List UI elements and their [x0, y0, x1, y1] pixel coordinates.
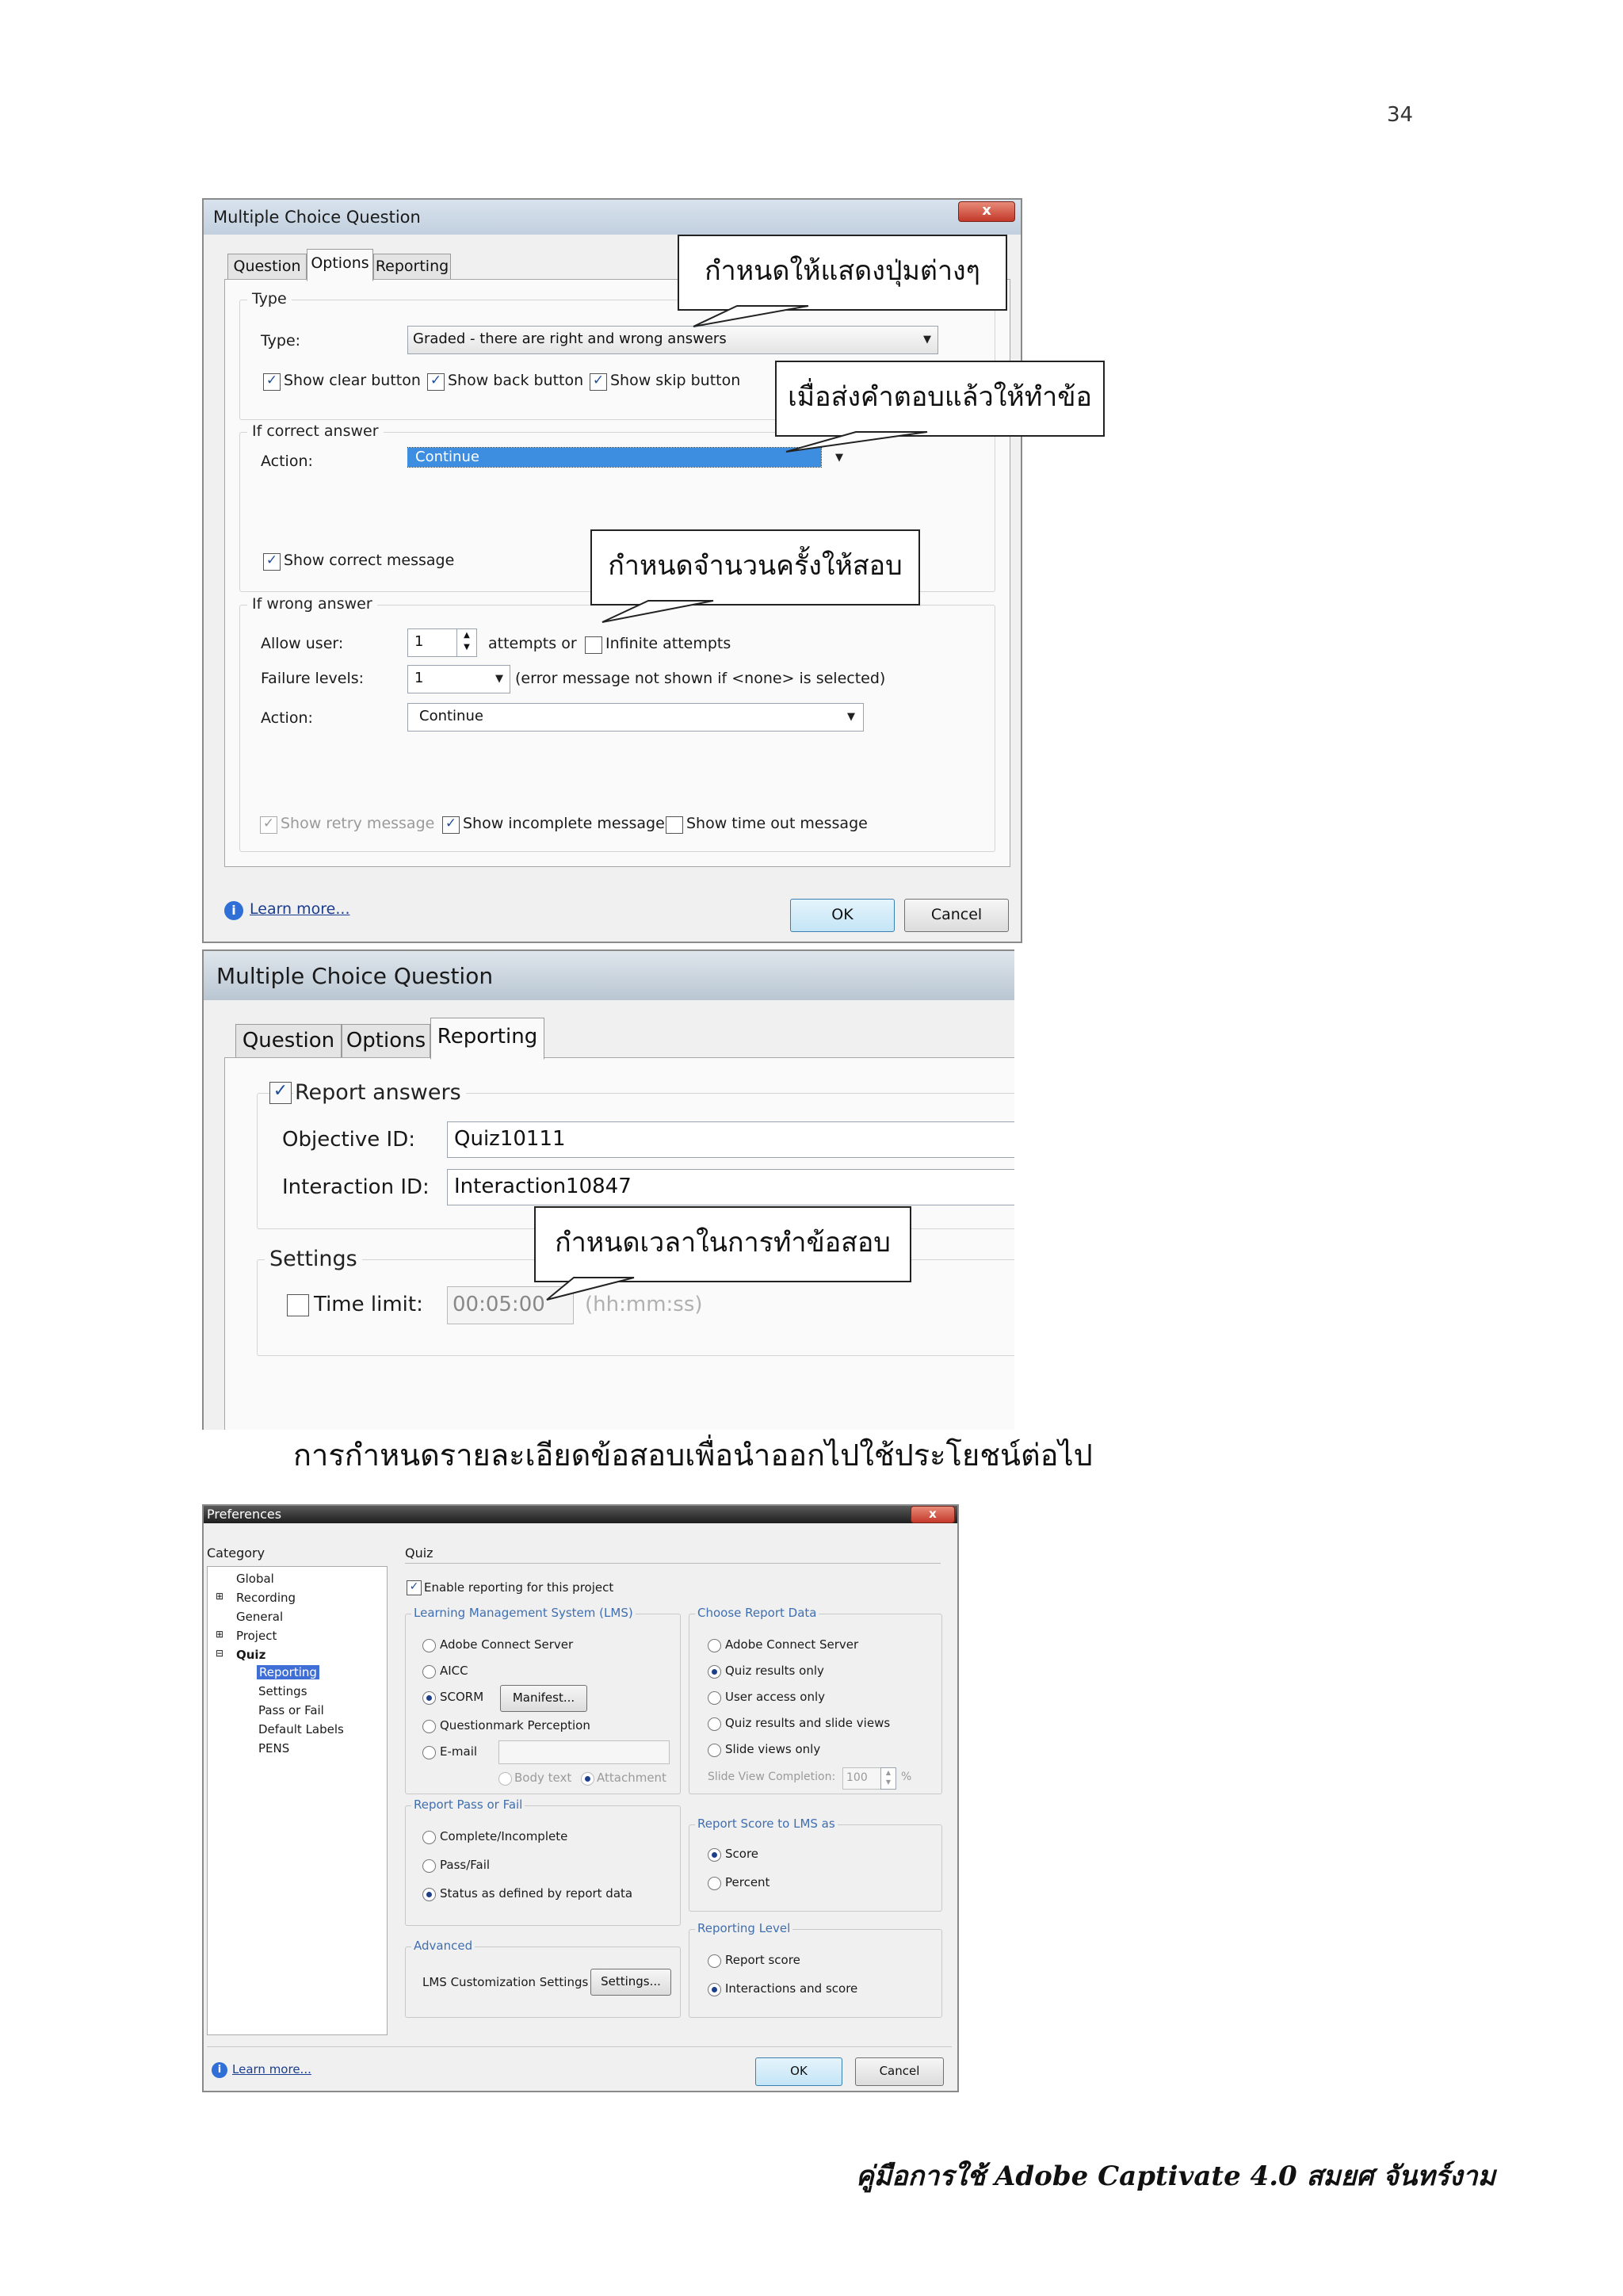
report-score-radio[interactable] — [708, 1954, 721, 1968]
slide-view-spinner[interactable]: ▲ ▼ — [880, 1767, 896, 1790]
quiz-heading: Quiz — [405, 1545, 433, 1561]
score-group — [689, 1824, 942, 1912]
percent-label: % — [901, 1771, 912, 1783]
email-input[interactable] — [498, 1740, 670, 1764]
percent-option-label: Percent — [725, 1875, 770, 1889]
pass-fail-legend: Report Pass or Fail — [411, 1797, 525, 1812]
complete-incomplete-label: Complete/Incomplete — [440, 1829, 568, 1843]
info-icon: i — [212, 2062, 227, 2078]
lms-questionmark-radio[interactable] — [422, 1720, 436, 1733]
cancel-button[interactable]: Cancel — [855, 2057, 944, 2086]
data-quiz-slide-radio[interactable] — [708, 1717, 721, 1731]
advanced-legend: Advanced — [411, 1939, 475, 1953]
dialog-title: Preferences — [207, 1507, 282, 1522]
callout-tail-3 — [601, 600, 714, 623]
reporting-level-group — [689, 1929, 942, 2018]
reporting-level-legend: Reporting Level — [695, 1921, 793, 1935]
slide-view-completion-label: Slide View Completion: — [708, 1771, 836, 1783]
data-slide-views-label: Slide views only — [725, 1742, 821, 1756]
tree-item-project[interactable]: Project — [236, 1629, 277, 1643]
pass-fail-radio[interactable] — [422, 1859, 436, 1873]
tab-reporting[interactable]: Reporting — [430, 1018, 544, 1060]
data-quiz-slide-label: Quiz results and slide views — [725, 1716, 891, 1730]
lms-aicc-label: AICC — [440, 1664, 468, 1678]
data-user-access-label: User access only — [725, 1690, 825, 1704]
lms-email-label: E-mail — [440, 1744, 478, 1759]
data-user-access-radio[interactable] — [708, 1691, 721, 1705]
tree-expand-icon[interactable]: ⊞ — [216, 1629, 223, 1640]
preferences-dialog: Preferences x Category Global ⊞ Recordin… — [202, 1504, 959, 2092]
tree-expand-icon[interactable]: ⊞ — [216, 1591, 223, 1602]
tab-options[interactable]: Options — [307, 249, 373, 281]
enable-reporting-checkbox[interactable]: ✓ — [407, 1580, 422, 1595]
lms-group-legend: Learning Management System (LMS) — [411, 1606, 636, 1620]
lms-adobe-radio[interactable] — [422, 1639, 436, 1652]
slide-view-completion-value: 100 — [846, 1771, 868, 1784]
lms-adobe-label: Adobe Connect Server — [440, 1637, 574, 1652]
tree-item-recording[interactable]: Recording — [236, 1591, 296, 1605]
learn-more-link[interactable]: Learn more... — [232, 2062, 311, 2076]
quiz-heading-rule — [405, 1563, 941, 1564]
lms-aicc-radio[interactable] — [422, 1665, 436, 1679]
settings-button[interactable]: Settings... — [590, 1969, 671, 1996]
tree-item-quiz[interactable]: Quiz — [236, 1648, 265, 1662]
callout-tail-1 — [693, 305, 809, 327]
interactions-score-radio[interactable] — [708, 1983, 721, 1996]
data-quiz-results-label: Quiz results only — [725, 1664, 824, 1678]
tree-item-global[interactable]: Global — [236, 1572, 274, 1586]
close-icon[interactable]: x — [911, 1506, 955, 1523]
enable-reporting-label: Enable reporting for this project — [424, 1580, 614, 1595]
status-report-label: Status as defined by report data — [440, 1886, 633, 1901]
body-text-label: Body text — [514, 1771, 572, 1785]
body-text-radio[interactable] — [498, 1772, 512, 1786]
footer-rule — [207, 2046, 952, 2047]
data-slide-views-radio[interactable] — [708, 1744, 721, 1757]
tree-item-general[interactable]: General — [236, 1610, 283, 1624]
report-data-legend: Choose Report Data — [695, 1606, 819, 1620]
manifest-button[interactable]: Manifest... — [500, 1685, 587, 1712]
callout-tail-4 — [546, 1277, 635, 1301]
figure-caption: การกำหนดรายละเอียดข้อสอบเพื่อนำออกไปใช้ป… — [293, 1438, 1093, 1473]
page-footer: คู่มือการใช้ Adobe Captivate 4.0 สมยศ จั… — [856, 2160, 1495, 2192]
interactions-score-label: Interactions and score — [725, 1981, 858, 1996]
score-label: Score — [725, 1847, 759, 1861]
ok-button[interactable]: OK — [755, 2057, 842, 2086]
complete-incomplete-radio[interactable] — [422, 1831, 436, 1844]
data-quiz-results-radio[interactable] — [708, 1665, 721, 1679]
callout-tail-2 — [785, 431, 928, 453]
tree-collapse-icon[interactable]: ⊟ — [216, 1648, 223, 1659]
title-bar: Preferences x — [204, 1506, 957, 1523]
lms-scorm-radio[interactable] — [422, 1691, 436, 1705]
data-adobe-label: Adobe Connect Server — [725, 1637, 859, 1652]
slide-view-completion-input[interactable]: 100 — [842, 1767, 884, 1790]
score-legend: Report Score to LMS as — [695, 1817, 838, 1831]
category-label: Category — [207, 1545, 265, 1561]
tree-item-pass-or-fail[interactable]: Pass or Fail — [258, 1703, 324, 1717]
score-radio[interactable] — [708, 1848, 721, 1862]
lms-questionmark-label: Questionmark Perception — [440, 1718, 590, 1733]
status-report-radio[interactable] — [422, 1888, 436, 1901]
attachment-label: Attachment — [597, 1771, 666, 1785]
tree-item-pens[interactable]: PENS — [258, 1741, 289, 1755]
tree-item-reporting[interactable]: Reporting — [257, 1665, 319, 1679]
tree-item-settings[interactable]: Settings — [258, 1684, 307, 1698]
lms-email-radio[interactable] — [422, 1746, 436, 1759]
lms-customization-label: LMS Customization Settings — [422, 1975, 589, 1989]
data-adobe-radio[interactable] — [708, 1639, 721, 1652]
lms-scorm-label: SCORM — [440, 1690, 484, 1704]
report-score-label: Report score — [725, 1953, 800, 1967]
attachment-radio[interactable] — [581, 1772, 594, 1786]
category-tree: Global ⊞ Recording General ⊞ Project ⊟ Q… — [207, 1566, 388, 2035]
tree-item-default-labels[interactable]: Default Labels — [258, 1722, 344, 1736]
percent-radio[interactable] — [708, 1877, 721, 1890]
pass-fail-label: Pass/Fail — [440, 1858, 491, 1872]
